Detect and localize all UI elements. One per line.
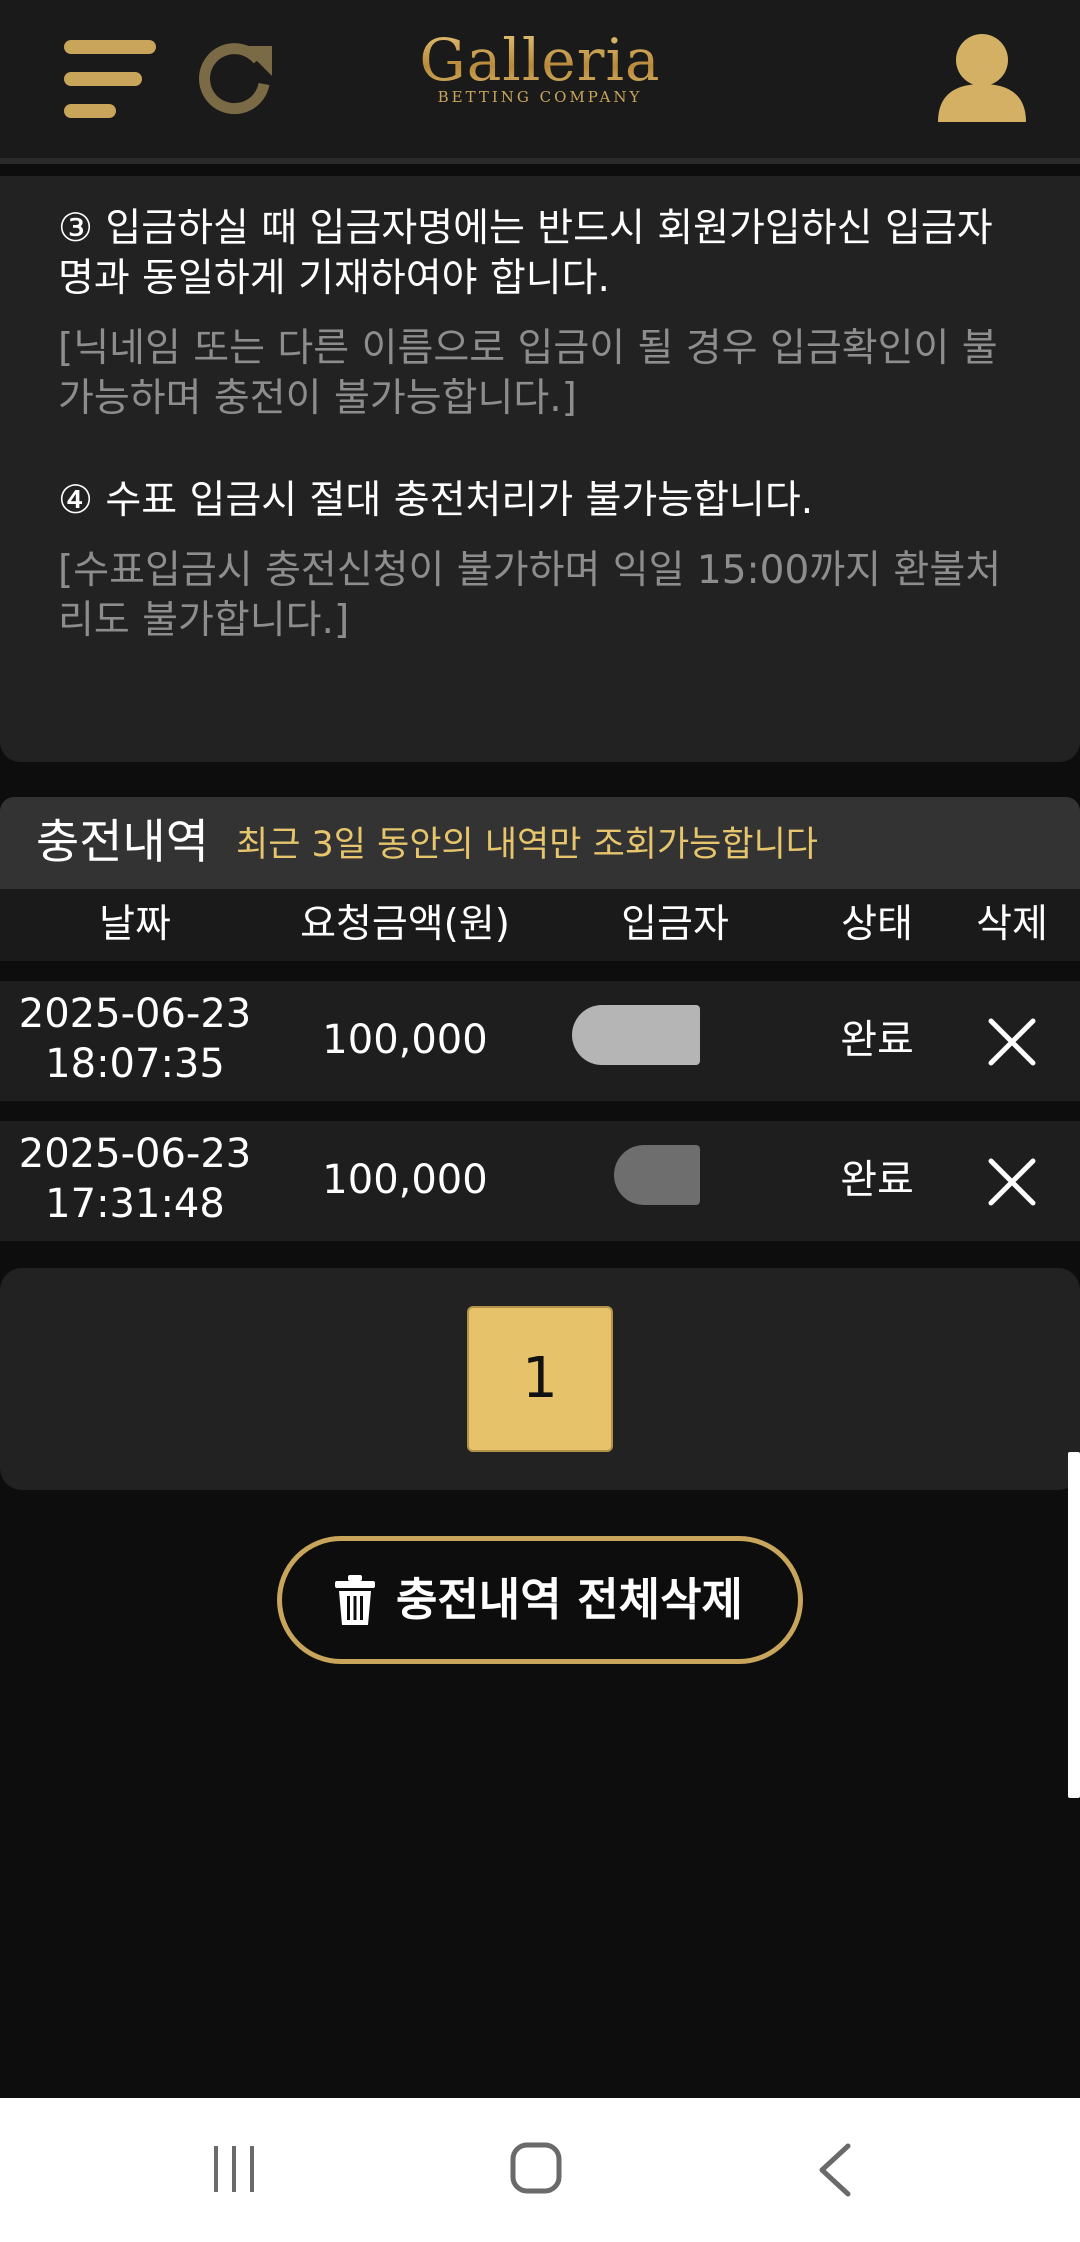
page-button-current[interactable]: 1 [467, 1306, 613, 1452]
logo[interactable]: Galleria BETTING COMPANY [400, 28, 680, 118]
row-date-time: 18:07:35 [45, 1041, 225, 1087]
row-status: 완료 [840, 1017, 914, 1063]
logo-name: Galleria [400, 28, 680, 92]
refresh-icon[interactable] [196, 38, 276, 118]
scrollbar[interactable] [1068, 1452, 1080, 1798]
logo-subtitle: BETTING COMPANY [437, 88, 643, 106]
table-row: 2025-06-23 17:31:48 100,000 완료 [0, 1121, 1080, 1241]
notice-item-3-main: ③ 입금하실 때 입금자명에는 반드시 회원가입하신 입금자명과 동일하게 기재… [58, 206, 993, 301]
column-depositor: 입금자 [621, 902, 729, 947]
row-date-day: 2025-06-23 [18, 1131, 252, 1177]
history-note: 최근 3일 동안의 내역만 조회가능합니다 [236, 825, 818, 865]
column-amount: 요청금액(원) [300, 902, 510, 947]
notice-item-4-sub: [수표입금시 충전신청이 불가하며 익일 15:00까지 환불처리도 불가합니다… [58, 548, 1002, 643]
row-status: 완료 [840, 1157, 914, 1203]
table-row: 2025-06-23 18:07:35 100,000 완료 [0, 981, 1080, 1101]
column-status: 상태 [841, 902, 913, 947]
depositor-name-redacted [572, 1005, 700, 1065]
close-icon[interactable] [987, 1157, 1037, 1207]
delete-all-label: 충전내역 전체삭제 [396, 1573, 743, 1626]
row-date: 2025-06-23 18:07:35 [19, 989, 251, 1089]
user-icon[interactable] [934, 30, 1030, 126]
home-icon[interactable] [510, 2142, 562, 2194]
depositor-name-redacted [614, 1145, 700, 1205]
column-date: 날짜 [99, 902, 171, 947]
system-navigation-bar [0, 2098, 1080, 2242]
notice-item-3-sub: [닉네임 또는 다른 이름으로 입금이 될 경우 입금확인이 불가능하며 충전이… [58, 326, 998, 421]
row-amount: 100,000 [322, 1017, 488, 1063]
history-title-bar: 충전내역 최근 3일 동안의 내역만 조회가능합니다 [0, 797, 1080, 889]
top-header: Galleria BETTING COMPANY [0, 0, 1080, 164]
history-title: 충전내역 [36, 815, 209, 870]
row-date: 2025-06-23 17:31:48 [19, 1129, 251, 1229]
row-date-day: 2025-06-23 [18, 991, 252, 1037]
notice-item-4: ④ 수표 입금시 절대 충전처리가 불가능합니다. [수표입금시 충전신청이 불… [58, 476, 1018, 646]
column-delete: 삭제 [976, 902, 1048, 947]
close-icon[interactable] [987, 1017, 1037, 1067]
trash-icon [335, 1575, 375, 1625]
recent-apps-icon[interactable] [210, 2144, 258, 2194]
pagination: 1 [0, 1268, 1080, 1490]
row-amount: 100,000 [322, 1157, 488, 1203]
delete-all-history-button[interactable]: 충전내역 전체삭제 [277, 1536, 803, 1664]
table-header: 날짜 요청금액(원) 입금자 상태 삭제 [0, 889, 1080, 961]
row-date-time: 17:31:48 [45, 1181, 225, 1227]
notice-item-3: ③ 입금하실 때 입금자명에는 반드시 회원가입하신 입금자명과 동일하게 기재… [58, 204, 1018, 424]
back-icon[interactable] [814, 2142, 854, 2198]
deposit-notice-panel: ③ 입금하실 때 입금자명에는 반드시 회원가입하신 입금자명과 동일하게 기재… [0, 176, 1080, 762]
menu-icon[interactable] [64, 38, 156, 120]
notice-item-4-main: ④ 수표 입금시 절대 충전처리가 불가능합니다. [58, 478, 814, 523]
